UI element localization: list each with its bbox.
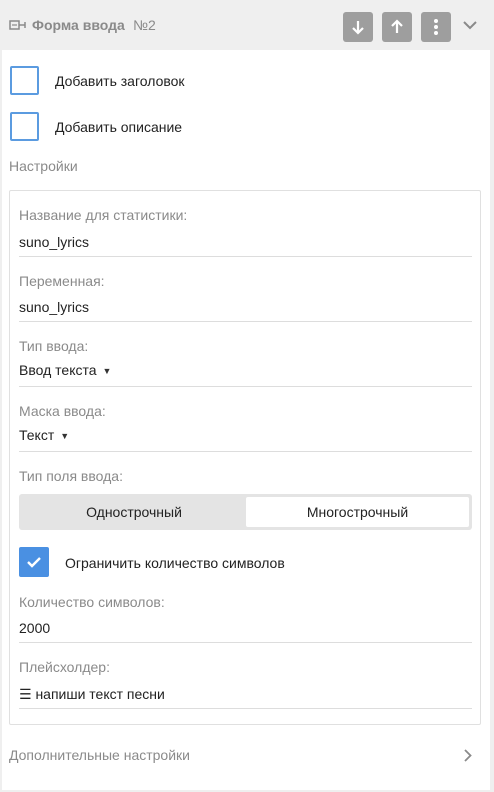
add-description-label: Добавить описание <box>55 119 183 135</box>
block-icon <box>9 17 27 33</box>
block-header: Форма ввода №2 <box>0 0 494 50</box>
stat-name-label: Название для статистики: <box>19 207 188 223</box>
collapse-button[interactable] <box>462 18 478 32</box>
settings-panel: Название для статистики: suno_lyrics Пер… <box>9 190 481 725</box>
dropdown-caret-icon: ▼ <box>60 431 70 441</box>
char-count-underline <box>19 642 472 643</box>
stat-name-input[interactable]: suno_lyrics <box>19 234 89 250</box>
input-mask-underline <box>19 451 472 452</box>
block-number: №2 <box>133 17 156 33</box>
placeholder-label: Плейсхолдер: <box>19 659 110 675</box>
field-type-multi-line[interactable]: Многострочный <box>246 497 469 527</box>
more-options-button[interactable] <box>421 12 451 42</box>
input-type-dropdown[interactable]: Ввод текста ▼ <box>19 362 111 378</box>
add-title-label: Добавить заголовок <box>55 73 185 89</box>
add-title-checkbox[interactable] <box>10 66 39 95</box>
variable-input[interactable]: suno_lyrics <box>19 299 89 315</box>
chevron-right-icon <box>464 749 472 767</box>
char-count-input[interactable]: 2000 <box>19 620 50 636</box>
field-type-toggle: Однострочный Многострочный <box>19 494 472 530</box>
limit-chars-checkbox[interactable] <box>19 547 49 577</box>
input-type-label: Тип ввода: <box>19 338 89 354</box>
move-down-button[interactable] <box>343 12 373 42</box>
advanced-settings-row[interactable]: Дополнительные настройки <box>2 740 490 770</box>
chevron-down-icon <box>463 21 477 30</box>
form-input-card: Добавить заголовок Добавить описание Нас… <box>2 50 490 790</box>
placeholder-input[interactable]: ☰ напиши текст песни <box>19 686 165 703</box>
block-title: Форма ввода <box>32 17 125 33</box>
stat-name-underline <box>19 256 472 257</box>
input-mask-value: Текст <box>19 427 55 443</box>
field-type-single-line[interactable]: Однострочный <box>22 497 246 527</box>
settings-section-label: Настройки <box>9 158 78 174</box>
input-mask-dropdown[interactable]: Текст ▼ <box>19 427 69 443</box>
arrow-up-icon <box>391 19 403 33</box>
input-mask-label: Маска ввода: <box>19 403 106 419</box>
more-vertical-icon <box>434 19 438 35</box>
dropdown-caret-icon: ▼ <box>102 366 112 376</box>
variable-label: Переменная: <box>19 273 105 289</box>
add-description-checkbox[interactable] <box>10 112 39 141</box>
move-up-button[interactable] <box>382 12 412 42</box>
advanced-settings-label: Дополнительные настройки <box>9 747 190 763</box>
arrow-down-icon <box>352 21 364 35</box>
input-type-underline <box>19 386 472 387</box>
limit-chars-label: Ограничить количество символов <box>65 555 285 571</box>
input-type-value: Ввод текста <box>19 362 97 378</box>
placeholder-underline <box>19 708 472 709</box>
char-count-label: Количество символов: <box>19 594 165 610</box>
variable-underline <box>19 321 472 322</box>
field-type-label: Тип поля ввода: <box>19 468 123 484</box>
checkmark-icon <box>27 557 41 568</box>
